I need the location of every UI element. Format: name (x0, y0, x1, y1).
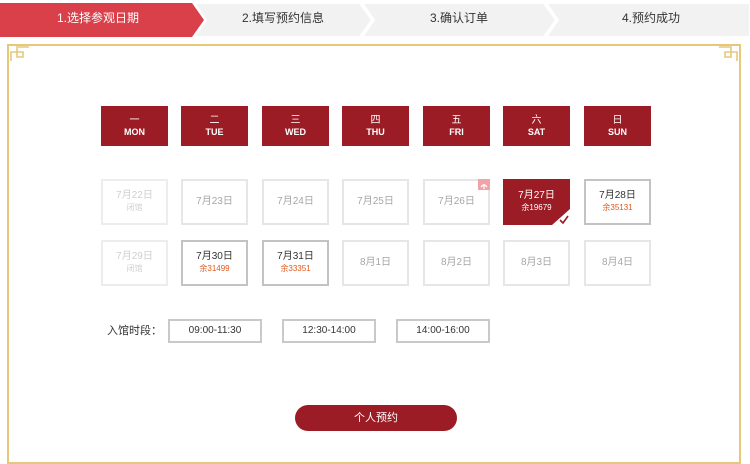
weekday-en: THU (366, 127, 385, 137)
step-4-label: 4.预约成功 (621, 11, 680, 25)
date-text: 7月23日 (196, 196, 233, 207)
date-cell: 7月25日 (342, 179, 409, 225)
weekday-cn: 二 (209, 115, 220, 126)
date-cell: 8月3日 (503, 240, 570, 286)
weekday-cn: 五 (451, 115, 462, 126)
date-text: 7月28日 (599, 190, 636, 201)
weekday-cn: 一 (129, 115, 140, 126)
remaining-count: 余31499 (199, 264, 230, 273)
weekday-cn: 三 (290, 115, 301, 126)
weekday-en: SUN (607, 127, 627, 137)
personal-reserve-button[interactable]: 个人预约 (295, 405, 457, 431)
check-mark-icon (552, 209, 570, 225)
date-cell-selected[interactable]: 7月27日 余19679 (503, 179, 570, 225)
date-text: 8月4日 (601, 257, 634, 268)
date-text: 7月24日 (277, 196, 314, 207)
weekday-header-wed: 三 WED (262, 106, 329, 146)
time-slot-button[interactable]: 09:00-11:30 (168, 319, 262, 343)
date-cell: 8月2日 (423, 240, 490, 286)
holiday-tag-icon (478, 179, 490, 190)
date-cell-available[interactable]: 7月28日 余35131 (584, 179, 651, 225)
time-slot-label: 入馆时段： (107, 325, 162, 337)
date-text: 8月2日 (440, 257, 473, 268)
step-2-label: 2.填写预约信息 (241, 11, 324, 25)
weekday-en: TUE (205, 127, 224, 137)
date-cell-closed: 7月22日 闭馆 (101, 179, 168, 225)
date-cell: 8月4日 (584, 240, 651, 286)
weekday-cn: 四 (370, 115, 381, 126)
time-slot-button[interactable]: 14:00-16:00 (396, 319, 490, 343)
weekday-header-mon: 一 MON (101, 106, 168, 146)
date-text: 7月25日 (357, 196, 394, 207)
date-cell-available[interactable]: 7月31日 余33351 (262, 240, 329, 286)
step-progress-bar: 1.选择参观日期 2.填写预约信息 3.确认订单 4.预约成功 (0, 0, 750, 37)
weekday-en: WED (285, 127, 306, 137)
weekday-cn: 六 (531, 115, 542, 126)
closed-text: 闭馆 (126, 264, 143, 273)
weekday-cn: 日 (612, 115, 623, 126)
date-cell: 7月23日 (181, 179, 248, 225)
date-text: 7月29日 (116, 251, 153, 262)
date-text: 7月22日 (116, 190, 153, 201)
date-cell-closed: 7月29日 闭馆 (101, 240, 168, 286)
weekday-header-sat: 六 SAT (503, 106, 570, 146)
date-cell: 7月26日 (423, 179, 490, 225)
closed-text: 闭馆 (126, 203, 143, 212)
weekday-header-thu: 四 THU (342, 106, 409, 146)
date-text: 7月26日 (438, 196, 475, 207)
date-text: 7月27日 (518, 190, 555, 201)
corner-ornament-icon (719, 46, 738, 61)
date-text: 7月30日 (196, 251, 233, 262)
date-text: 8月1日 (359, 257, 392, 268)
date-cell: 7月24日 (262, 179, 329, 225)
remaining-count: 余33351 (280, 264, 311, 273)
weekday-header-fri: 五 FRI (423, 106, 490, 146)
date-cell: 8月1日 (342, 240, 409, 286)
weekday-header-tue: 二 TUE (181, 106, 248, 146)
weekday-en: MON (124, 127, 145, 137)
remaining-count: 余35131 (602, 203, 633, 212)
weekday-en: SAT (527, 127, 546, 137)
date-text: 7月31日 (277, 251, 314, 262)
step-3-label: 3.确认订单 (429, 11, 488, 25)
date-text: 8月3日 (520, 257, 553, 268)
time-slot-button[interactable]: 12:30-14:00 (282, 319, 376, 343)
weekday-en: FRI (449, 127, 464, 137)
step-1-label: 1.选择参观日期 (56, 11, 139, 25)
weekday-header-sun: 日 SUN (584, 106, 651, 146)
corner-ornament-icon (10, 46, 29, 61)
date-cell-available[interactable]: 7月30日 余31499 (181, 240, 248, 286)
